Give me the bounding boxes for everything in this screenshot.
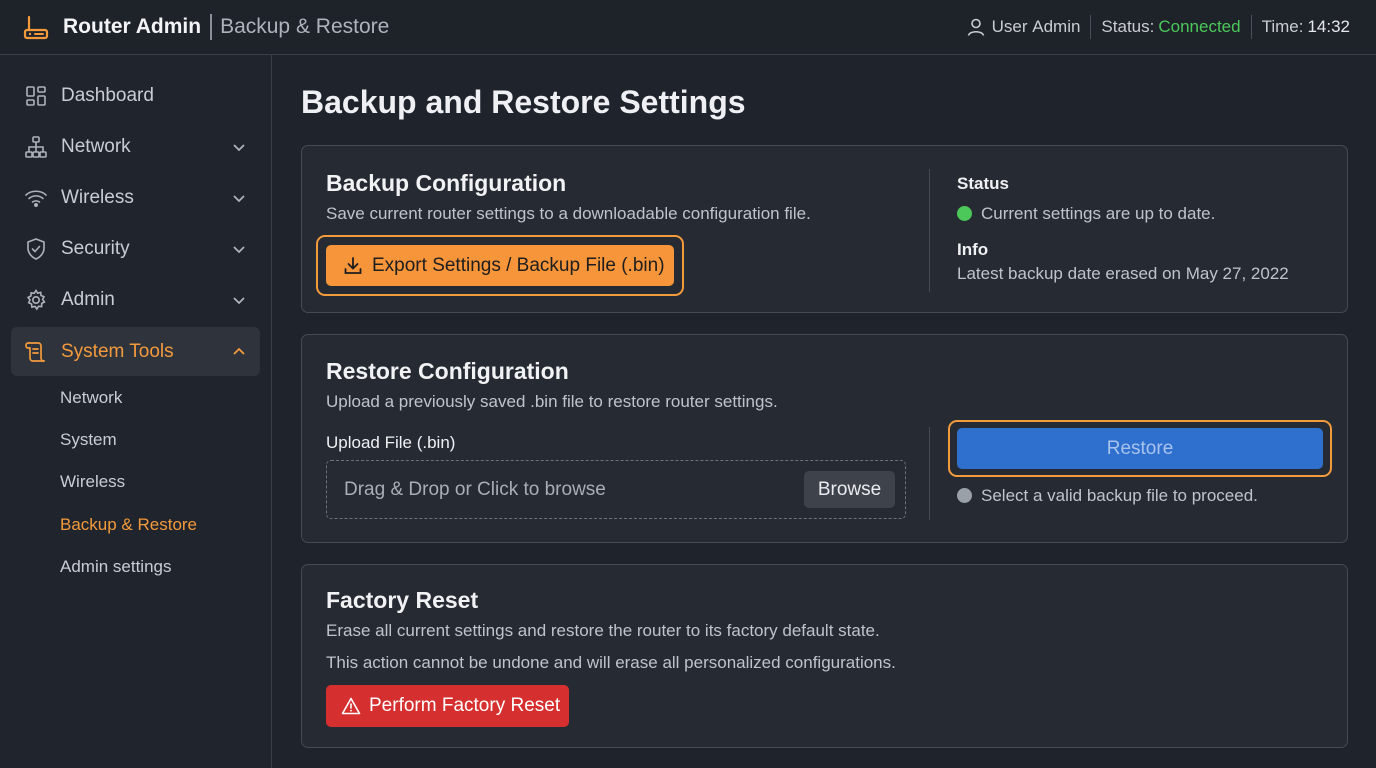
info-heading: Info [957,240,989,259]
factory-reset-button-label: Perform Factory Reset [369,695,561,716]
sidebar-item-label: Dashboard [61,85,154,106]
hint-dot [957,488,972,503]
restore-title: Restore Configuration [326,358,569,384]
chevron-down-icon [232,140,246,154]
chevron-down-icon [232,191,246,205]
shield-icon [24,237,48,261]
sidebar-item-security[interactable]: Security [11,225,260,273]
sidebar-item-label: System Tools [61,340,174,362]
brand: Router Admin Backup & Restore [22,13,389,41]
user-menu[interactable]: User Admin [966,17,1081,37]
header-divider [1090,15,1092,39]
connection-status: Status: Connected [1101,17,1240,37]
sidebar-item-system-tools[interactable]: System Tools [11,327,260,376]
header-divider [1250,15,1252,39]
restore-hint-text: Select a valid backup file to proceed. [981,486,1258,505]
restore-card: Restore Configuration Upload a previousl… [301,334,1348,543]
backup-description: Save current router settings to a downlo… [326,204,811,223]
backup-info-text: Latest backup date erased on May 27, 202… [957,264,1289,283]
sidebar-item-label: Admin [61,289,115,310]
backup-card: Backup Configuration Save current router… [301,145,1348,313]
restore-focus-ring: Restore [948,420,1332,477]
factory-reset-title: Factory Reset [326,587,479,613]
sidebar-item-admin[interactable]: Admin [11,276,260,324]
card-divider [929,427,930,520]
time-label: Time: [1261,17,1304,36]
chevron-up-icon [232,345,246,359]
file-dropzone[interactable]: Drag & Drop or Click to browse Browse [326,460,906,519]
factory-reset-card: Factory Reset Erase all current settings… [301,564,1348,748]
network-icon [24,135,48,159]
browse-button[interactable]: Browse [804,471,895,508]
page-breadcrumb: Backup & Restore [220,15,390,38]
page-title: Backup and Restore Settings [301,84,746,120]
wifi-icon [24,186,48,210]
time-value: 14:32 [1307,17,1350,36]
sidebar-subitem-system[interactable]: System [60,430,117,450]
sidebar-item-label: Wireless [61,187,134,208]
status-value: Connected [1158,17,1241,36]
factory-reset-button[interactable]: Perform Factory Reset [326,685,569,727]
export-settings-button[interactable]: Export Settings / Backup File (.bin) [326,245,674,286]
dashboard-icon [24,84,48,108]
restore-description: Upload a previously saved .bin file to r… [326,392,778,411]
app-title: Router Admin [63,15,202,38]
dropzone-text: Drag & Drop or Click to browse [344,478,606,500]
restore-button[interactable]: Restore [957,428,1323,469]
chevron-down-icon [232,242,246,256]
sidebar-item-label: Network [61,136,131,157]
clock: Time: 14:32 [1262,17,1350,37]
backup-status-text: Current settings are up to date. [981,204,1216,223]
upload-label: Upload File (.bin) [326,433,456,452]
sidebar-subitem-wireless[interactable]: Wireless [60,472,125,492]
status-ok-dot [957,206,972,221]
title-separator [210,14,213,40]
sidebar-item-label: Security [61,238,130,259]
tools-icon [24,340,48,364]
status-label: Status: [1101,17,1155,36]
download-icon [344,256,362,274]
sidebar-item-dashboard[interactable]: Dashboard [11,72,260,120]
factory-reset-line1: Erase all current settings and restore t… [326,621,880,640]
top-bar: Router Admin Backup & Restore User Admin… [0,0,1376,55]
user-label: User [991,17,1028,36]
gear-icon [24,288,48,312]
factory-reset-line2: This action cannot be undone and will er… [326,653,896,672]
export-button-label: Export Settings / Backup File (.bin) [372,254,665,276]
sidebar: Dashboard Network Wireless Security Admi… [0,55,272,768]
card-divider [929,169,930,292]
restore-hint: Select a valid backup file to proceed. [957,486,1258,506]
chevron-down-icon [232,293,246,307]
sidebar-subitem-network[interactable]: Network [60,388,122,408]
backup-status: Current settings are up to date. [957,204,1215,224]
status-heading: Status [957,174,1009,193]
warning-icon [341,697,361,715]
sidebar-subitem-backup-restore[interactable]: Backup & Restore [60,515,197,535]
sidebar-item-wireless[interactable]: Wireless [11,174,260,222]
user-icon [966,17,986,37]
export-focus-ring: Export Settings / Backup File (.bin) [316,235,684,296]
sidebar-subitem-admin-settings[interactable]: Admin settings [60,557,172,577]
backup-title: Backup Configuration [326,170,567,196]
user-name: Admin [1032,17,1081,36]
sidebar-item-network[interactable]: Network [11,123,260,171]
router-icon [22,13,50,41]
